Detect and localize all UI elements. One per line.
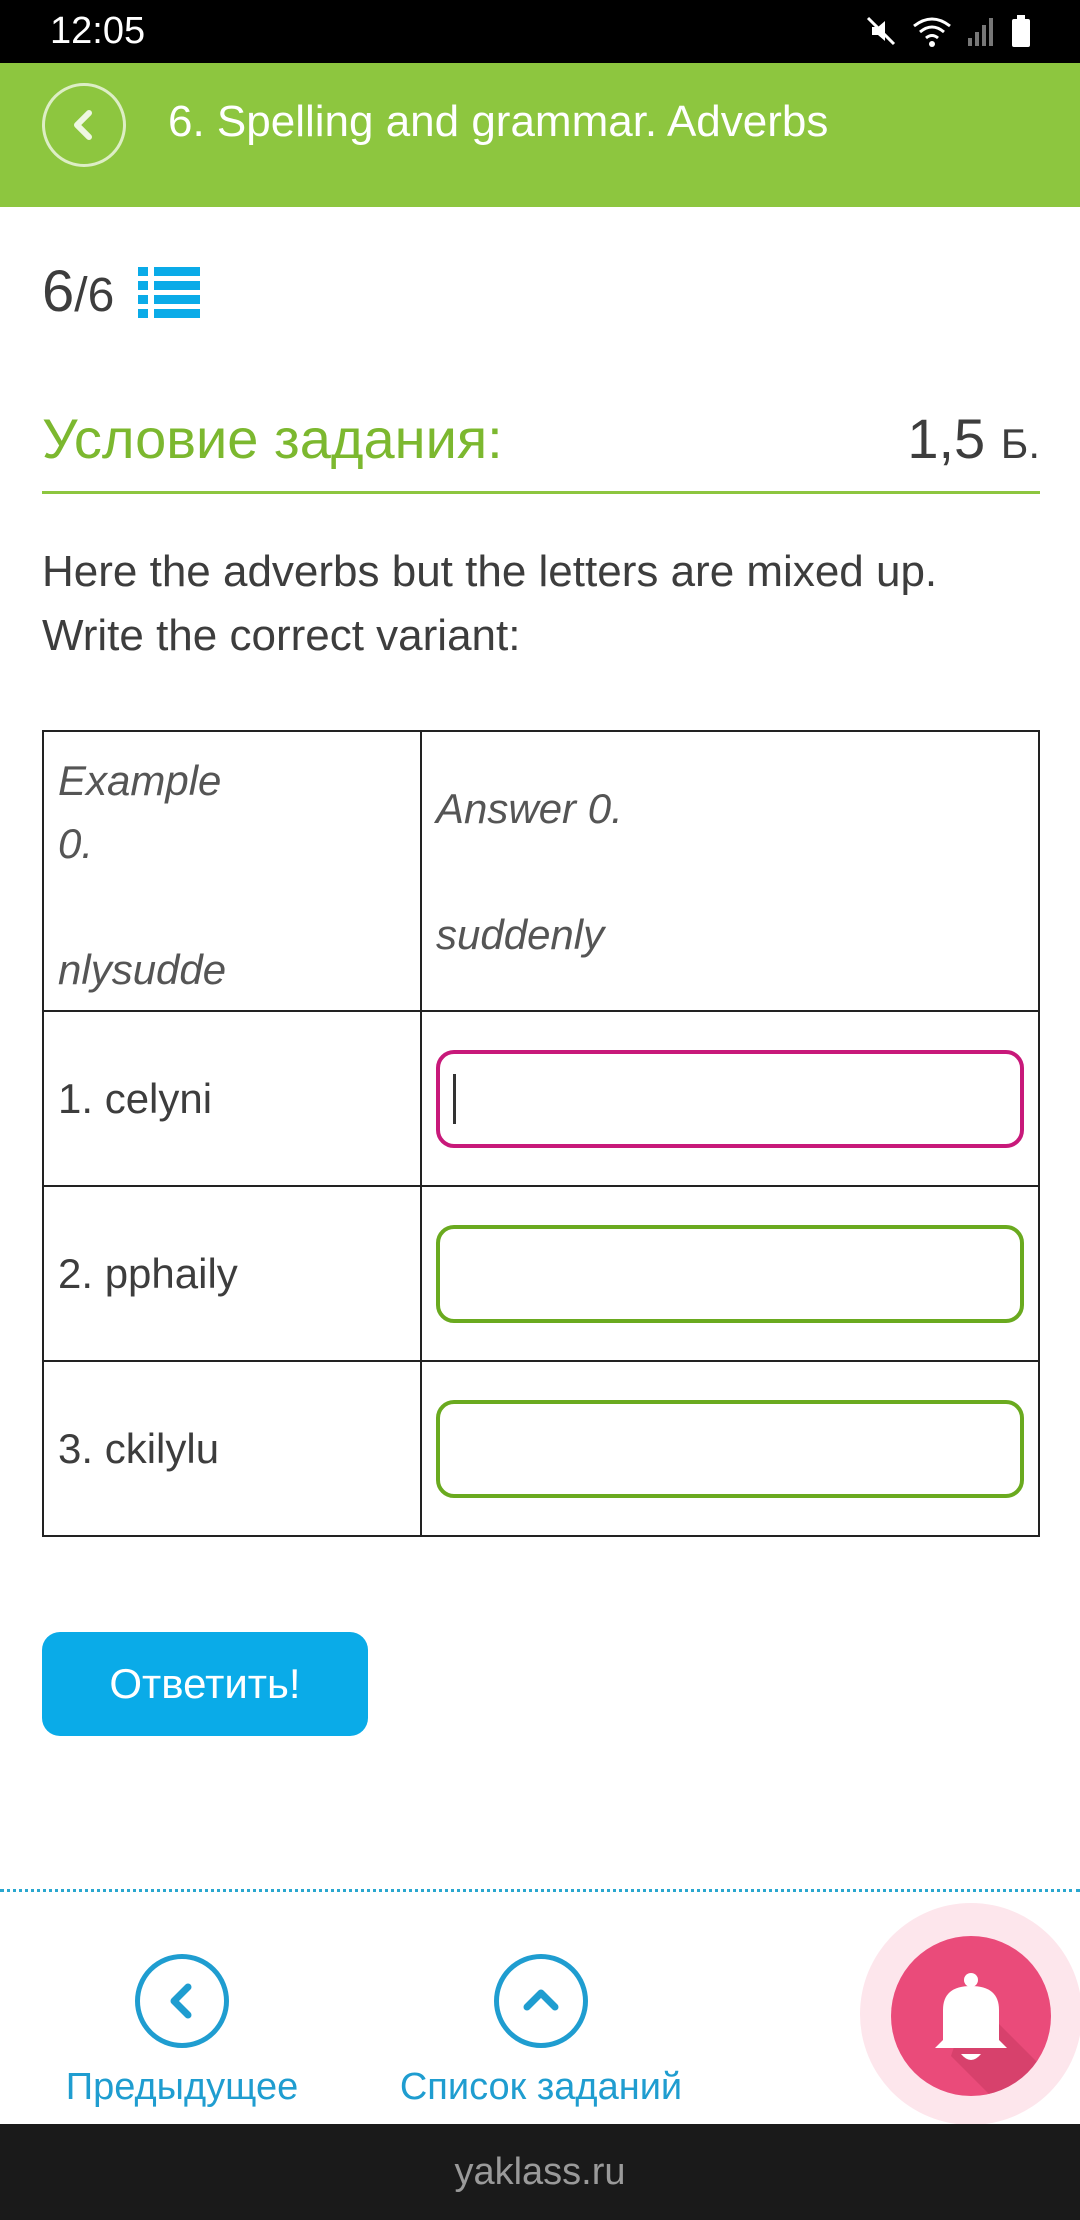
answer-cell [420,1185,1040,1362]
answer-input-3[interactable] [436,1399,1024,1498]
status-icons [864,14,1032,48]
prompt-cell: 2. pphaily [42,1185,422,1362]
example-number: 0. [58,820,94,867]
progress-current: 6 [42,259,75,324]
condition-title: Условие задания: [42,407,503,470]
text-caret [453,1074,456,1124]
back-button[interactable] [42,83,126,167]
table-row: 3. ckilylu [42,1360,1040,1537]
example-answer-word: suddenly [436,910,605,958]
example-cell: Example 0. nlysudde [42,730,422,1012]
list-icon[interactable] [138,265,201,319]
prompt-cell: 1. celyni [42,1010,422,1187]
nav-task-list[interactable]: Список заданий [400,1954,682,2109]
nav-previous-label: Предыдущее [65,2066,299,2108]
battery-icon [1012,15,1030,47]
points-unit: Б. [1000,420,1040,467]
answer-cell [420,1360,1040,1537]
progress-text: 6/6 [42,258,114,325]
progress-total: /6 [74,269,115,322]
mute-icon [866,16,896,46]
task-list-circle [494,1954,588,2048]
task-text: Here the adverbs but the letters are mix… [42,547,938,660]
progress-indicator: 6/6 [42,258,201,325]
example-row: Example 0. nlysudde Answer 0. suddenly [42,730,1040,1012]
chevron-up-icon [523,1989,559,2011]
task-table: Example 0. nlysudde Answer 0. suddenly 1… [42,730,1040,1537]
divider [0,1889,1080,1892]
answer-input-2[interactable] [436,1224,1024,1323]
status-bar: 12:05 [0,0,1080,63]
table-row: 1. celyni [42,1010,1040,1187]
example-answer-cell: Answer 0. suddenly [420,730,1040,1012]
condition-points: 1,5 Б. [907,406,1040,471]
table-row: 2. pphaily [42,1185,1040,1362]
example-answer-label: Answer 0. [436,784,623,832]
answer-input-1[interactable] [436,1049,1024,1148]
submit-button[interactable]: Ответить! [42,1632,368,1736]
chevron-left-icon [170,1983,192,2019]
example-label: Example [58,757,222,804]
footer: yaklass.ru [0,2124,1080,2220]
nav-previous[interactable]: Предыдущее [66,1954,298,2109]
back-icon [74,110,92,140]
nav-task-list-label: Список заданий [399,2066,683,2108]
page-title: 6. Spelling and grammar. Adverbs [168,97,829,146]
prompt-cell: 3. ckilylu [42,1360,422,1537]
previous-circle [135,1954,229,2048]
example-word: nlysudde [58,946,227,993]
answer-cell [420,1010,1040,1187]
points-value: 1,5 [907,407,986,470]
footer-site: yaklass.ru [454,2150,626,2193]
condition-header: Условие задания: 1,5 Б. [42,400,1040,494]
signal-icon [968,18,993,46]
wifi-icon [913,17,951,47]
status-time: 12:05 [50,10,146,52]
app-bar: 6. Spelling and grammar. Adverbs [0,63,1080,207]
notifications-button[interactable] [891,1936,1051,2096]
bell-icon [935,1973,1051,2096]
